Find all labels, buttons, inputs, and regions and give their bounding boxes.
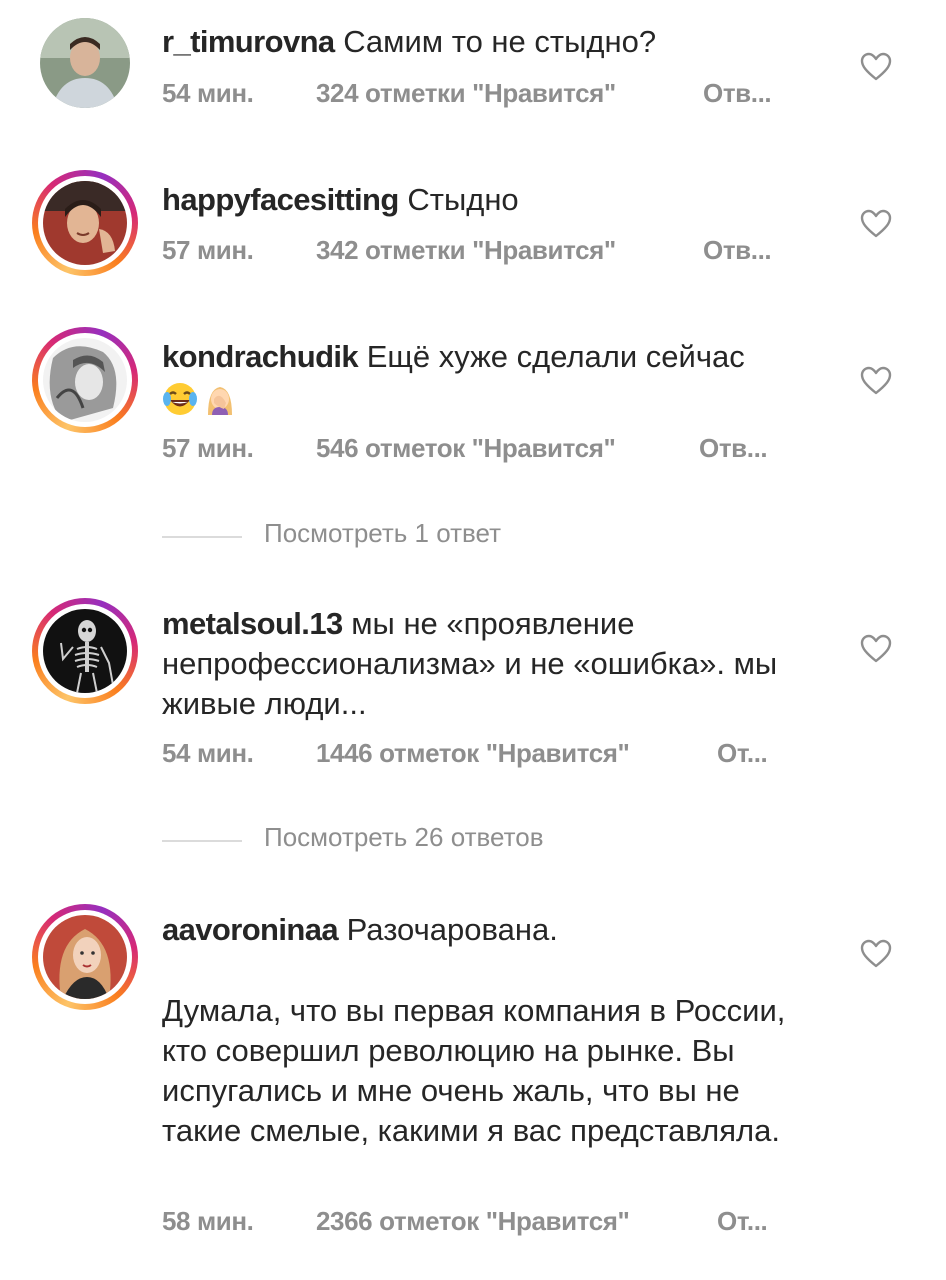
heart-icon[interactable]: [860, 209, 892, 239]
avatar-photo: [40, 18, 130, 108]
likes-count[interactable]: 342 отметки "Нравится": [316, 235, 616, 266]
view-replies-button[interactable]: Посмотреть 1 ответ: [162, 518, 762, 558]
username[interactable]: happyfacesitting: [162, 182, 399, 217]
heart-icon[interactable]: [860, 939, 892, 969]
comment-body: Разочарована.: [346, 912, 558, 947]
avatar-photo: [43, 915, 127, 999]
view-replies-label: Посмотреть 26 ответов: [264, 822, 544, 852]
avatar[interactable]: [32, 598, 138, 704]
comment-text: r_timurovna Самим то не стыдно?: [162, 22, 827, 62]
avatar[interactable]: [32, 904, 138, 1010]
reply-button[interactable]: Отв...: [703, 235, 772, 266]
avatar-photo: [43, 181, 127, 265]
likes-count[interactable]: 2366 отметок "Нравится": [316, 1206, 630, 1237]
woman-facepalming-emoji: [202, 381, 238, 417]
reply-button[interactable]: Отв...: [699, 433, 768, 464]
replies-divider: [162, 840, 242, 842]
comment-time: 54 мин.: [162, 78, 254, 108]
likes-count[interactable]: 324 отметки "Нравится": [316, 78, 616, 109]
avatar[interactable]: [32, 170, 138, 276]
avatar[interactable]: [32, 10, 138, 116]
comment-time: 57 мин.: [162, 433, 254, 463]
reply-button[interactable]: От...: [717, 1206, 768, 1237]
view-replies-label: Посмотреть 1 ответ: [264, 518, 502, 548]
username[interactable]: aavoroninaa: [162, 912, 339, 947]
comment-text: happyfacesitting Стыдно: [162, 180, 827, 220]
likes-count[interactable]: 546 отметок "Нравится": [316, 433, 616, 464]
comment-text-paragraph: Думала, что вы первая компания в России,…: [162, 993, 786, 1148]
heart-icon[interactable]: [860, 52, 892, 82]
avatar-photo: [43, 338, 127, 422]
comment-body: Ещё хуже сделали сейчас: [366, 339, 745, 374]
username[interactable]: metalsoul.13: [162, 606, 343, 641]
avatar[interactable]: [32, 327, 138, 433]
likes-count[interactable]: 1446 отметок "Нравится": [316, 738, 630, 769]
reply-button[interactable]: От...: [717, 738, 768, 769]
face-with-tears-of-joy-emoji: [162, 381, 198, 417]
comment-text: kondrachudik Ещё хуже сделали сейчас: [162, 337, 827, 417]
heart-icon[interactable]: [860, 634, 892, 664]
view-replies-button[interactable]: Посмотреть 26 ответов: [162, 822, 762, 862]
username[interactable]: r_timurovna: [162, 24, 335, 59]
heart-icon[interactable]: [860, 366, 892, 396]
comment-body: Самим то не стыдно?: [343, 24, 657, 59]
comment-text: metalsoul.13 мы не «проявление непрофесс…: [162, 604, 827, 724]
comment-body: Стыдно: [407, 182, 519, 217]
comment-time: 58 мин.: [162, 1206, 254, 1236]
replies-divider: [162, 536, 242, 538]
avatar-photo: [43, 609, 127, 693]
username[interactable]: kondrachudik: [162, 339, 359, 374]
comment-text: aavoroninaa Разочарована.: [162, 910, 827, 950]
comment-time: 54 мин.: [162, 738, 254, 768]
reply-button[interactable]: Отв...: [703, 78, 772, 109]
comment-time: 57 мин.: [162, 235, 254, 265]
